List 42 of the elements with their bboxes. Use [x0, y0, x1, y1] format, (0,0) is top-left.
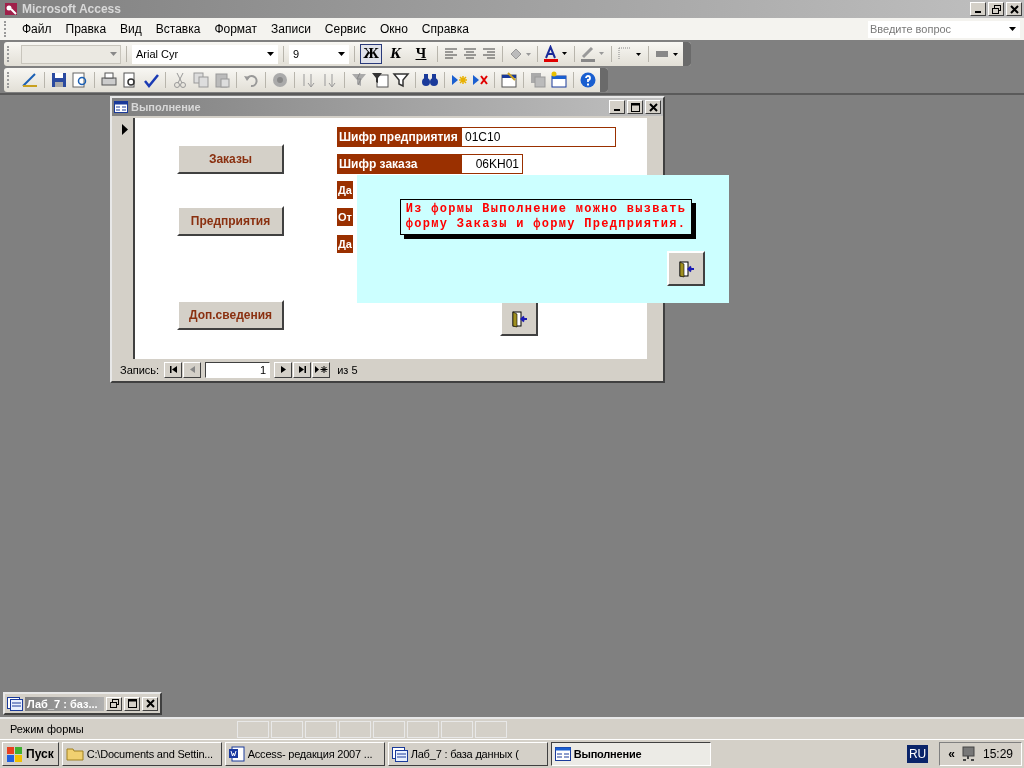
language-indicator[interactable]: RU [906, 745, 929, 763]
window-title: Microsoft Access [22, 2, 122, 16]
menu-item[interactable]: Правка [58, 22, 114, 36]
font-size-combo[interactable]: 9 [289, 44, 349, 64]
field-label: Шифр заказа [337, 154, 461, 174]
text-style-button[interactable]: К [385, 44, 407, 64]
menu-item[interactable]: Справка [414, 22, 476, 36]
field-label: От [337, 208, 353, 226]
help-question-combo[interactable]: Введите вопрос [868, 20, 1020, 38]
font-combo[interactable]: Arial Cyr [132, 44, 278, 64]
menu-item[interactable]: Вставка [148, 22, 208, 36]
form-window-title: Выполнение [131, 101, 202, 113]
clock: 15:29 [982, 747, 1013, 761]
menu-item[interactable]: Файл [15, 22, 59, 36]
message-text: Из формы Выполнение можно вызвать [405, 202, 687, 217]
menu-item[interactable]: Формат [207, 22, 265, 36]
status-text: Режим формы [9, 723, 85, 735]
show-hidden-icons-button[interactable]: « [948, 747, 955, 761]
menu-item[interactable]: Вид [113, 22, 149, 36]
taskbar-button[interactable]: Access- редакция 2007 ... [224, 742, 385, 766]
form-command-button[interactable]: Доп.сведения [177, 300, 284, 330]
taskbar-button[interactable]: Выполнение [550, 742, 711, 766]
message-text: форму Заказы и форму Предприятия. [405, 217, 687, 232]
menu-item[interactable]: Записи [264, 22, 318, 36]
form-command-button[interactable]: Предприятия [177, 206, 284, 236]
minimized-window-title: Лаб_7 : баз... [25, 696, 104, 711]
field-label: Шифр предприятия [337, 127, 461, 147]
text-style-button[interactable]: Ж [360, 44, 382, 64]
taskbar-button[interactable]: Лаб_7 : база данных ( [387, 742, 548, 766]
form-command-button[interactable]: Заказы [177, 144, 284, 174]
menu-item[interactable]: Окно [372, 22, 415, 36]
field-label: Да [337, 235, 353, 253]
record-label: Запись: [120, 363, 160, 376]
menu-item[interactable]: Сервис [317, 22, 373, 36]
record-number-field[interactable]: 1 [205, 361, 271, 378]
start-button[interactable]: Пуск [2, 742, 59, 766]
field-label: Да [337, 181, 353, 199]
record-count: из 5 [337, 363, 358, 376]
taskbar-button[interactable]: C:\Documents and Settin... [61, 742, 222, 766]
field-input[interactable]: 01C10 [461, 127, 616, 147]
field-input[interactable]: 06KH01 [461, 154, 523, 174]
text-style-button[interactable]: Ч [410, 44, 432, 64]
